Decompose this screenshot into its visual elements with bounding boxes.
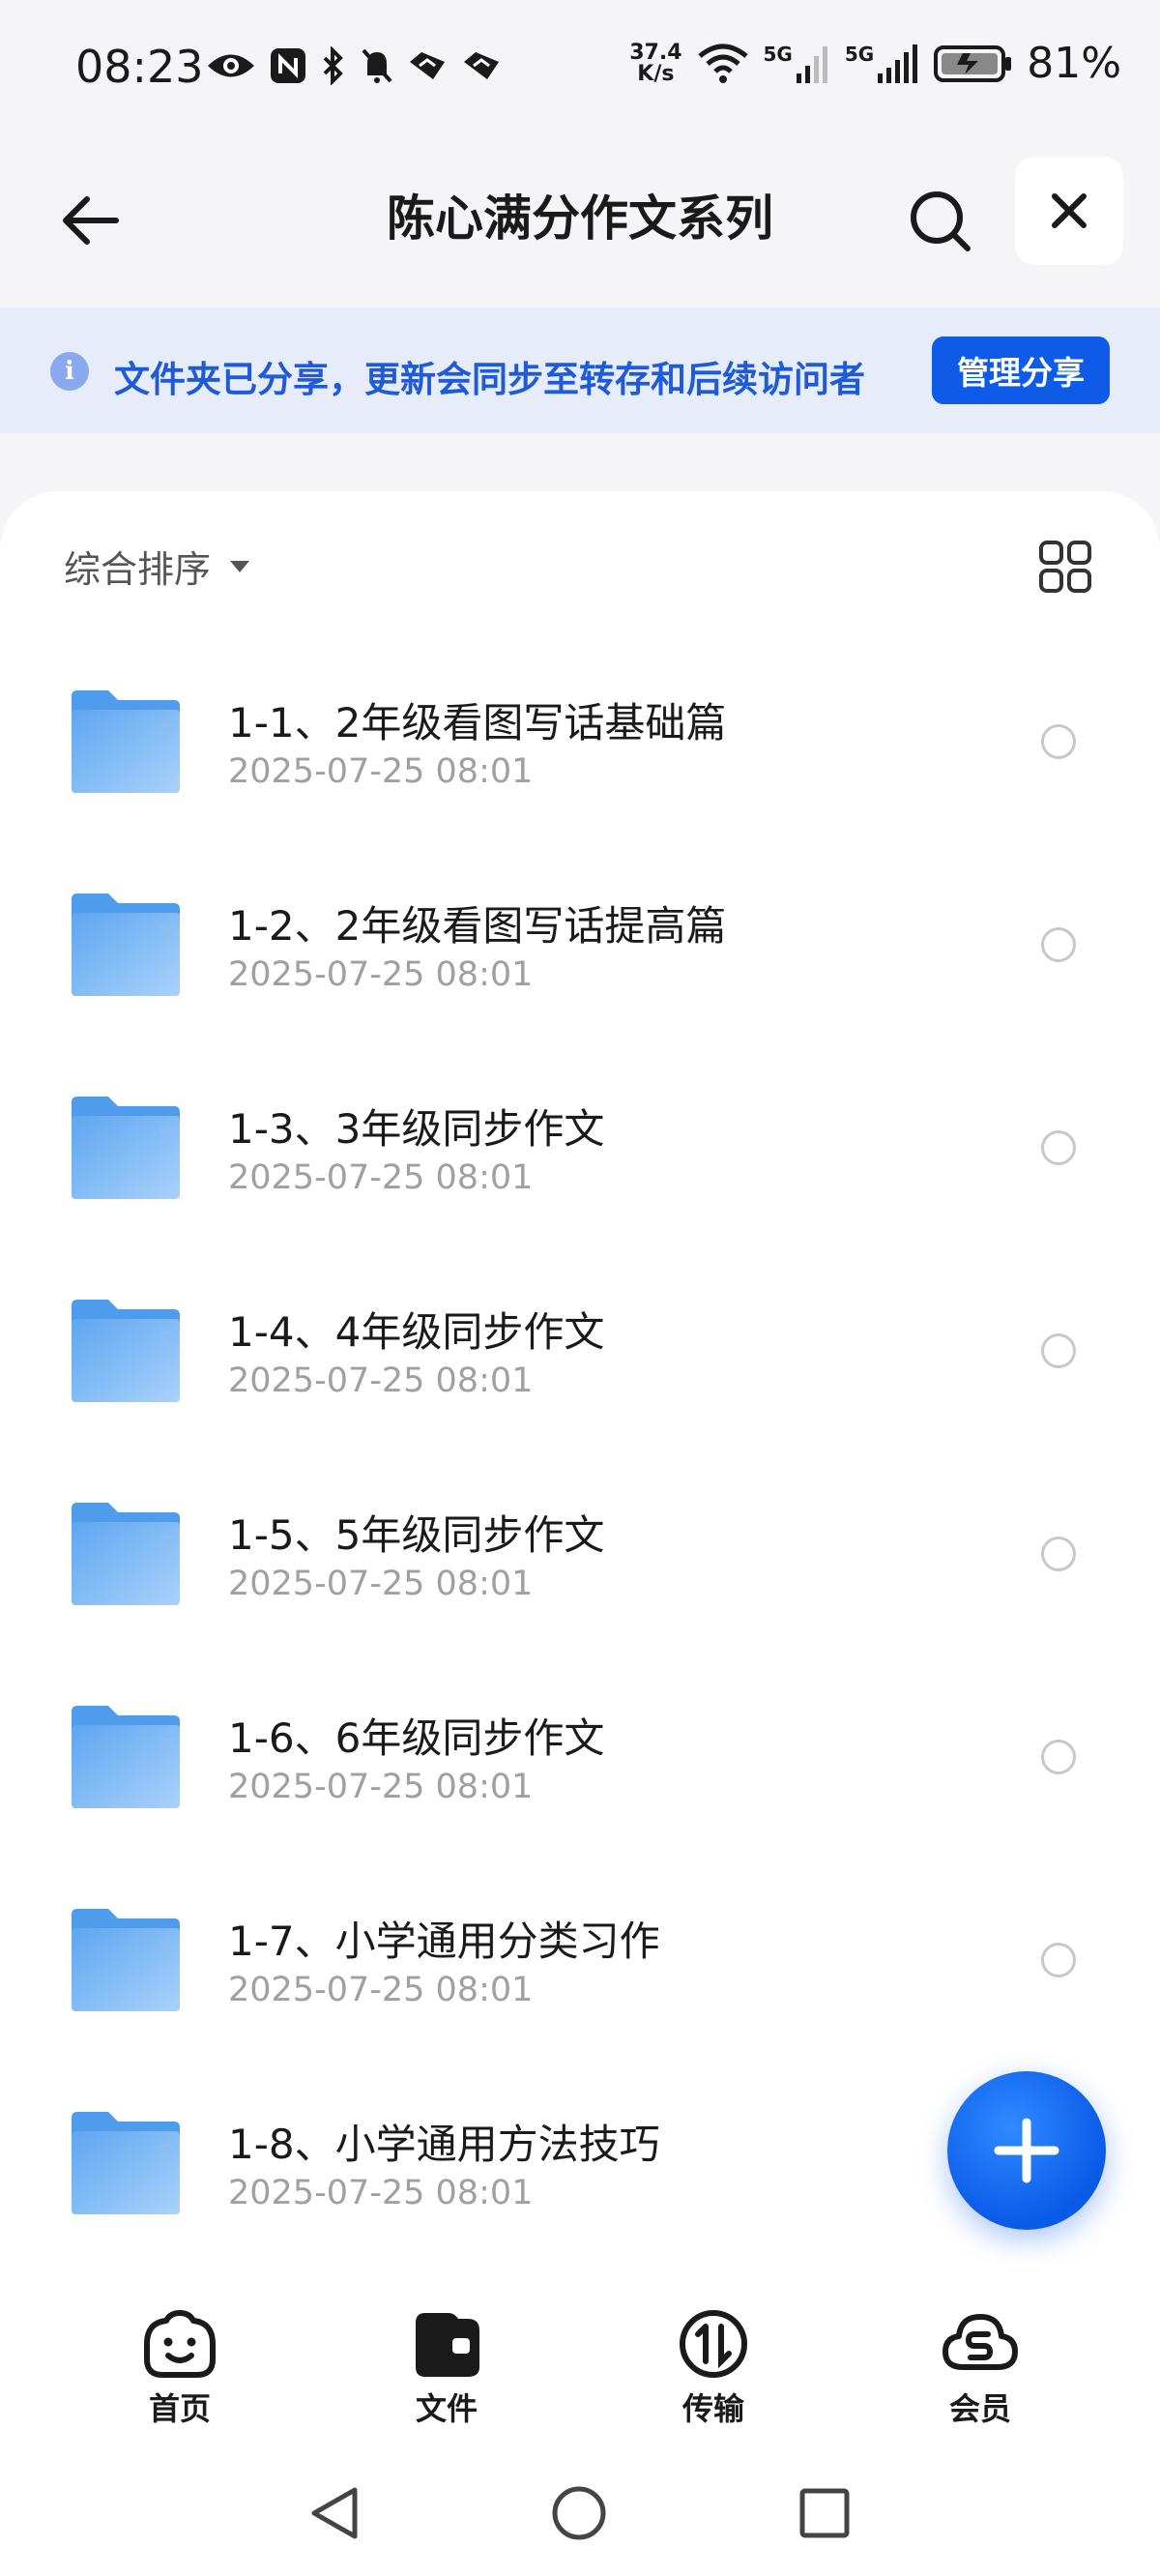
folder-icon <box>72 690 180 793</box>
status-notification-icons <box>205 46 503 85</box>
nav-label: 会员 <box>948 2390 1011 2427</box>
status-system-icons: 37.4 K/s 5G 5G 81% <box>629 39 1121 88</box>
battery-percent: 81% <box>1027 39 1121 88</box>
file-date: 2025-07-25 08:01 <box>228 1158 534 1197</box>
app-notification-icon <box>410 52 445 79</box>
list-item[interactable]: 1-5、5年级同步作文 2025-07-25 08:01 <box>0 1468 1160 1671</box>
select-checkbox[interactable] <box>1041 1943 1076 1977</box>
plus-icon <box>994 2118 1059 2183</box>
add-fab-button[interactable] <box>947 2071 1106 2230</box>
folder-wallet-icon <box>416 2313 479 2377</box>
square-recents-icon <box>799 2488 850 2538</box>
nfc-icon <box>271 48 305 83</box>
list-item[interactable]: 1-7、小学通用分类习作 2025-07-25 08:01 <box>0 1874 1160 2077</box>
select-checkbox[interactable] <box>1041 1130 1076 1165</box>
circle-home-icon <box>552 2486 606 2540</box>
file-name: 1-4、4年级同步作文 <box>228 1308 605 1356</box>
signal-1: 5G <box>764 44 831 83</box>
sort-label: 综合排序 <box>64 548 212 591</box>
close-icon <box>1052 193 1087 228</box>
battery-charging-icon <box>934 44 1012 82</box>
top-app-bar: 陈心满分作文系列 <box>0 145 1160 290</box>
system-home-button[interactable] <box>545 2479 613 2547</box>
nav-files[interactable]: 文件 <box>379 2309 514 2429</box>
file-name: 1-5、5年级同步作文 <box>228 1511 605 1559</box>
share-notice-text: 文件夹已分享，更新会同步至转存和后续访问者 <box>114 359 865 400</box>
file-name: 1-1、2年级看图写话基础篇 <box>228 699 727 746</box>
folder-icon <box>72 1300 180 1402</box>
file-date: 2025-07-25 08:01 <box>228 1361 534 1400</box>
select-checkbox[interactable] <box>1041 1740 1076 1774</box>
search-icon <box>911 191 971 251</box>
folder-icon <box>72 2112 180 2214</box>
folder-icon <box>72 1706 180 1808</box>
list-item[interactable]: 1-6、6年级同步作文 2025-07-25 08:01 <box>0 1671 1160 1874</box>
nav-label: 首页 <box>148 2390 211 2427</box>
manage-share-button[interactable]: 管理分享 <box>932 337 1110 404</box>
select-checkbox[interactable] <box>1041 1537 1076 1571</box>
grid-icon <box>1039 541 1091 593</box>
signal-bars-icon <box>878 44 918 83</box>
bottom-navigation: 首页 文件 传输 会员 <box>0 2270 1160 2444</box>
file-date: 2025-07-25 08:01 <box>228 1971 534 2009</box>
file-name: 1-7、小学通用分类习作 <box>228 1917 660 1965</box>
system-back-button[interactable] <box>300 2479 367 2547</box>
wifi-icon <box>697 44 748 83</box>
folder-icon <box>72 1909 180 2011</box>
signal-2: 5G <box>845 44 920 83</box>
file-name: 1-6、6年级同步作文 <box>228 1714 605 1762</box>
page-title: 陈心满分作文系列 <box>387 190 773 247</box>
file-date: 2025-07-25 08:01 <box>228 752 534 791</box>
file-name: 1-8、小学通用方法技巧 <box>228 2121 660 2168</box>
search-button[interactable] <box>899 180 980 261</box>
folder-icon <box>72 893 180 996</box>
share-notice-banner: i 文件夹已分享，更新会同步至转存和后续访问者 管理分享 <box>0 307 1160 433</box>
select-checkbox[interactable] <box>1041 1333 1076 1368</box>
file-date: 2025-07-25 08:01 <box>228 2174 534 2212</box>
bluetooth-icon <box>323 46 343 85</box>
nav-transfer[interactable]: 传输 <box>646 2309 781 2429</box>
status-time: 08:23 <box>75 41 204 93</box>
close-button[interactable] <box>1015 157 1123 265</box>
list-item[interactable]: 1-3、3年级同步作文 2025-07-25 08:01 <box>0 1062 1160 1265</box>
sort-dropdown[interactable]: 综合排序 <box>64 540 251 593</box>
system-navigation-bar <box>0 2444 1160 2576</box>
triangle-back-icon <box>311 2487 358 2539</box>
app-notification-icon <box>464 52 499 79</box>
select-checkbox[interactable] <box>1041 724 1076 759</box>
eye-icon <box>208 54 254 77</box>
list-item[interactable]: 1-2、2年级看图写话提高篇 2025-07-25 08:01 <box>0 859 1160 1062</box>
file-date: 2025-07-25 08:01 <box>228 955 534 994</box>
nav-label: 传输 <box>682 2390 744 2427</box>
list-item[interactable]: 1-1、2年级看图写话基础篇 2025-07-25 08:01 <box>0 656 1160 859</box>
folder-icon <box>72 1097 180 1199</box>
signal-bars-icon <box>796 45 827 83</box>
nav-label: 文件 <box>415 2390 478 2427</box>
file-name: 1-2、2年级看图写话提高篇 <box>228 902 727 950</box>
network-speed: 37.4 K/s <box>629 40 682 86</box>
status-bar: 08:23 37.4 K/s 5G 5G 81% <box>0 0 1160 145</box>
file-list-card: 综合排序 1-1、2年级看图写话基础篇 2025-07-25 08:01 1-2… <box>0 491 1160 2270</box>
smile-face-icon <box>144 2310 216 2378</box>
file-name: 1-3、3年级同步作文 <box>228 1105 605 1153</box>
transfer-icon <box>680 2310 747 2378</box>
caret-down-icon <box>230 560 250 572</box>
select-checkbox[interactable] <box>1041 927 1076 962</box>
file-date: 2025-07-25 08:01 <box>228 1565 534 1603</box>
info-icon: i <box>50 352 89 391</box>
grid-view-toggle[interactable] <box>1038 540 1092 594</box>
nav-home[interactable]: 首页 <box>112 2309 247 2429</box>
list-item[interactable]: 1-4、4年级同步作文 2025-07-25 08:01 <box>0 1265 1160 1468</box>
file-date: 2025-07-25 08:01 <box>228 1768 534 1806</box>
system-recents-button[interactable] <box>791 2479 858 2547</box>
folder-icon <box>72 1503 180 1605</box>
mute-bell-icon <box>362 48 392 83</box>
cloud-member-icon <box>942 2314 1018 2370</box>
file-list: 1-1、2年级看图写话基础篇 2025-07-25 08:01 1-2、2年级看… <box>0 656 1160 2280</box>
nav-member[interactable]: 会员 <box>913 2309 1048 2429</box>
